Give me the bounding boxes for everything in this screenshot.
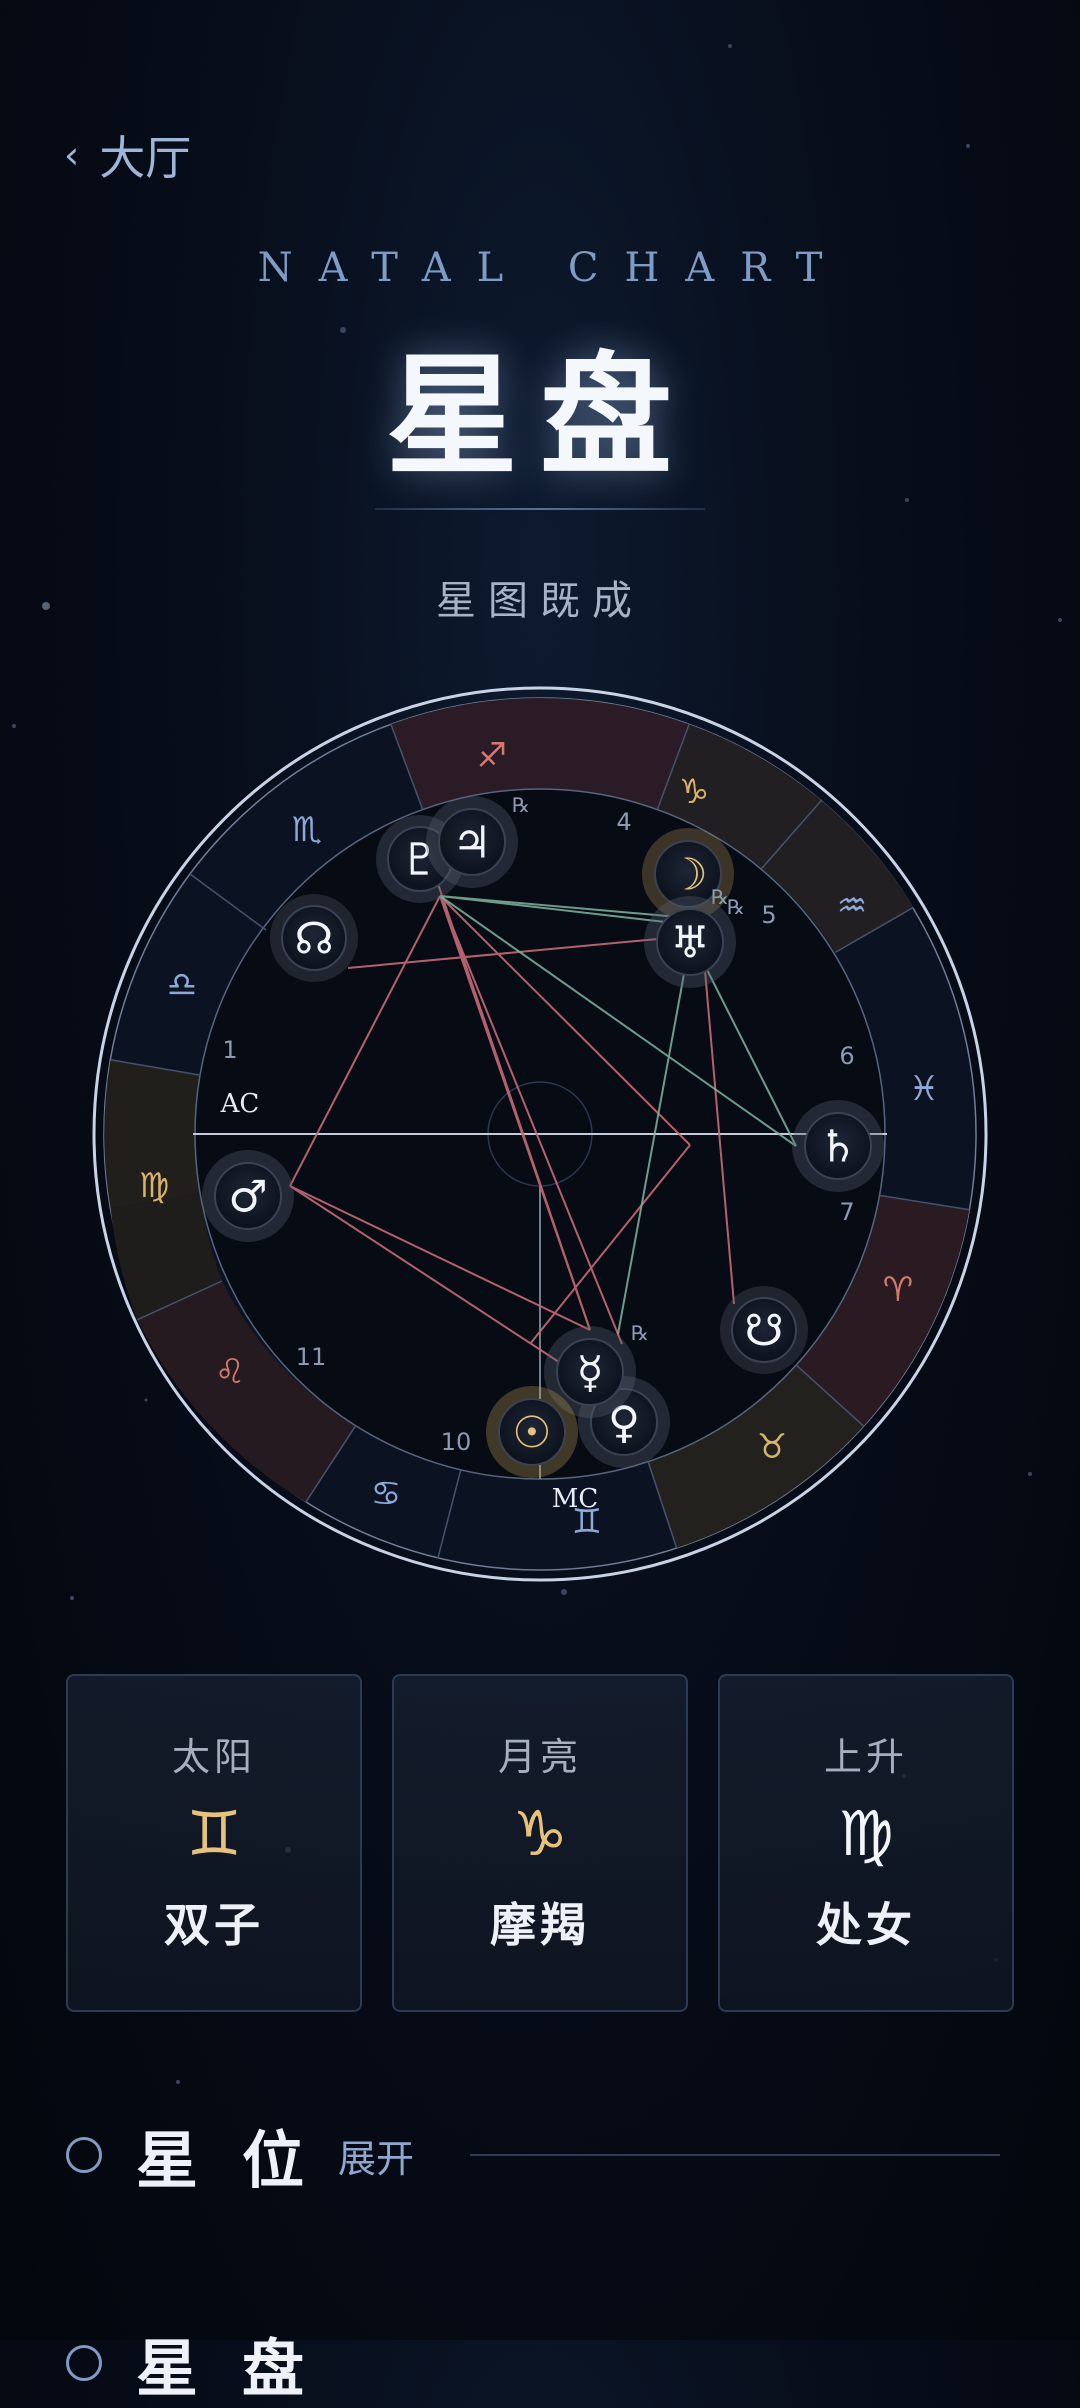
- south-node-icon: ☋: [744, 1306, 783, 1357]
- card-sign-name: 处女: [816, 1898, 916, 1952]
- sun-marker[interactable]: ☉: [486, 1386, 578, 1478]
- back-label: 大厅: [99, 131, 192, 185]
- mercury-icon: ☿: [576, 1348, 603, 1399]
- moon-icon: ☽: [668, 850, 707, 901]
- section-divider: [470, 2154, 1001, 2156]
- section-bullet-icon: [66, 2345, 102, 2381]
- south-node-marker[interactable]: ☋: [720, 1286, 808, 1374]
- gemini-icon: ♊: [186, 1797, 242, 1870]
- card-sign-name: 双子: [164, 1898, 264, 1952]
- scorpio-icon: ♏: [292, 810, 322, 850]
- sun-icon: ☉: [512, 1408, 551, 1459]
- uranus-icon: ♅: [670, 918, 709, 969]
- ascendant-label: AC: [220, 1089, 260, 1119]
- card-label: 太阳: [171, 1735, 256, 1779]
- title-divider: [375, 508, 705, 510]
- house-number: 10: [441, 1428, 472, 1456]
- capricorn-icon: ♑: [512, 1797, 568, 1870]
- virgo-icon: ♍: [139, 1166, 169, 1206]
- midheaven-label: MC: [552, 1484, 599, 1514]
- card-sign-name: 摩羯: [490, 1898, 590, 1952]
- natal-chart-wheel[interactable]: ♐ ♑ ♒ ♓ ♈ ♉ ♊ ♋ ♌ ♍ ♎ ♏ 1 4 5 6 7 10 11 …: [90, 684, 990, 1584]
- jupiter-icon: ♃: [452, 818, 491, 869]
- house-number: 7: [839, 1198, 854, 1226]
- section-bullet-icon: [66, 2137, 102, 2173]
- moon-sign-card[interactable]: 月亮 ♑ 摩羯: [392, 1674, 688, 2012]
- saturn-icon: ♄: [818, 1122, 857, 1173]
- big-three-cards: 太阳 ♊ 双子 月亮 ♑ 摩羯 上升 ♍ 处女: [66, 1674, 1014, 2012]
- leo-icon: ♌: [215, 1352, 245, 1392]
- retrograde-marker: ℞: [727, 895, 745, 919]
- house-number: 6: [839, 1042, 854, 1070]
- house-number: 11: [296, 1343, 327, 1371]
- back-to-lobby-button[interactable]: ‹ 大厅: [64, 122, 191, 188]
- pisces-icon: ♓: [909, 1069, 939, 1109]
- virgo-icon: ♍: [838, 1797, 894, 1870]
- page-subtitle: 星图既成: [436, 578, 644, 624]
- expand-toggle[interactable]: 展开: [338, 2128, 414, 2183]
- north-node-icon: ☊: [294, 914, 333, 965]
- section-title: 星位: [136, 2124, 349, 2197]
- libra-icon: ♎: [167, 965, 197, 1005]
- taurus-icon: ♉: [757, 1427, 787, 1467]
- house-number: 4: [616, 808, 631, 836]
- page-title: 星盘: [386, 339, 694, 494]
- north-node-marker[interactable]: ☊: [270, 894, 358, 982]
- retrograde-marker: ℞: [631, 1321, 649, 1345]
- aquarius-icon: ♒: [837, 886, 867, 926]
- house-number: 1: [222, 1036, 237, 1064]
- house-number: 5: [761, 901, 776, 929]
- section-next: 星盘: [66, 2318, 348, 2408]
- card-label: 月亮: [497, 1735, 582, 1779]
- page-kicker: NATAL CHART: [257, 245, 849, 291]
- chevron-left-icon: ‹: [64, 133, 80, 177]
- sun-sign-card[interactable]: 太阳 ♊ 双子: [66, 1674, 362, 2012]
- mars-marker[interactable]: ♂: [202, 1150, 294, 1242]
- rising-sign-card[interactable]: 上升 ♍ 处女: [718, 1674, 1014, 2012]
- mars-icon: ♂: [228, 1172, 267, 1223]
- capricorn-icon: ♑: [679, 772, 709, 812]
- cancer-icon: ♋: [371, 1474, 401, 1514]
- section-title: 星盘: [136, 2332, 349, 2405]
- retrograde-marker: ℞: [512, 793, 530, 817]
- card-label: 上升: [823, 1735, 908, 1779]
- aries-icon: ♈: [883, 1270, 913, 1310]
- sagittarius-icon: ♐: [477, 736, 507, 776]
- saturn-marker[interactable]: ♄: [792, 1100, 884, 1192]
- natal-chart-svg: ♐ ♑ ♒ ♓ ♈ ♉ ♊ ♋ ♌ ♍ ♎ ♏ 1 4 5 6 7 10 11 …: [92, 686, 988, 1582]
- section-planet-positions: 星位 展开: [66, 2110, 1001, 2200]
